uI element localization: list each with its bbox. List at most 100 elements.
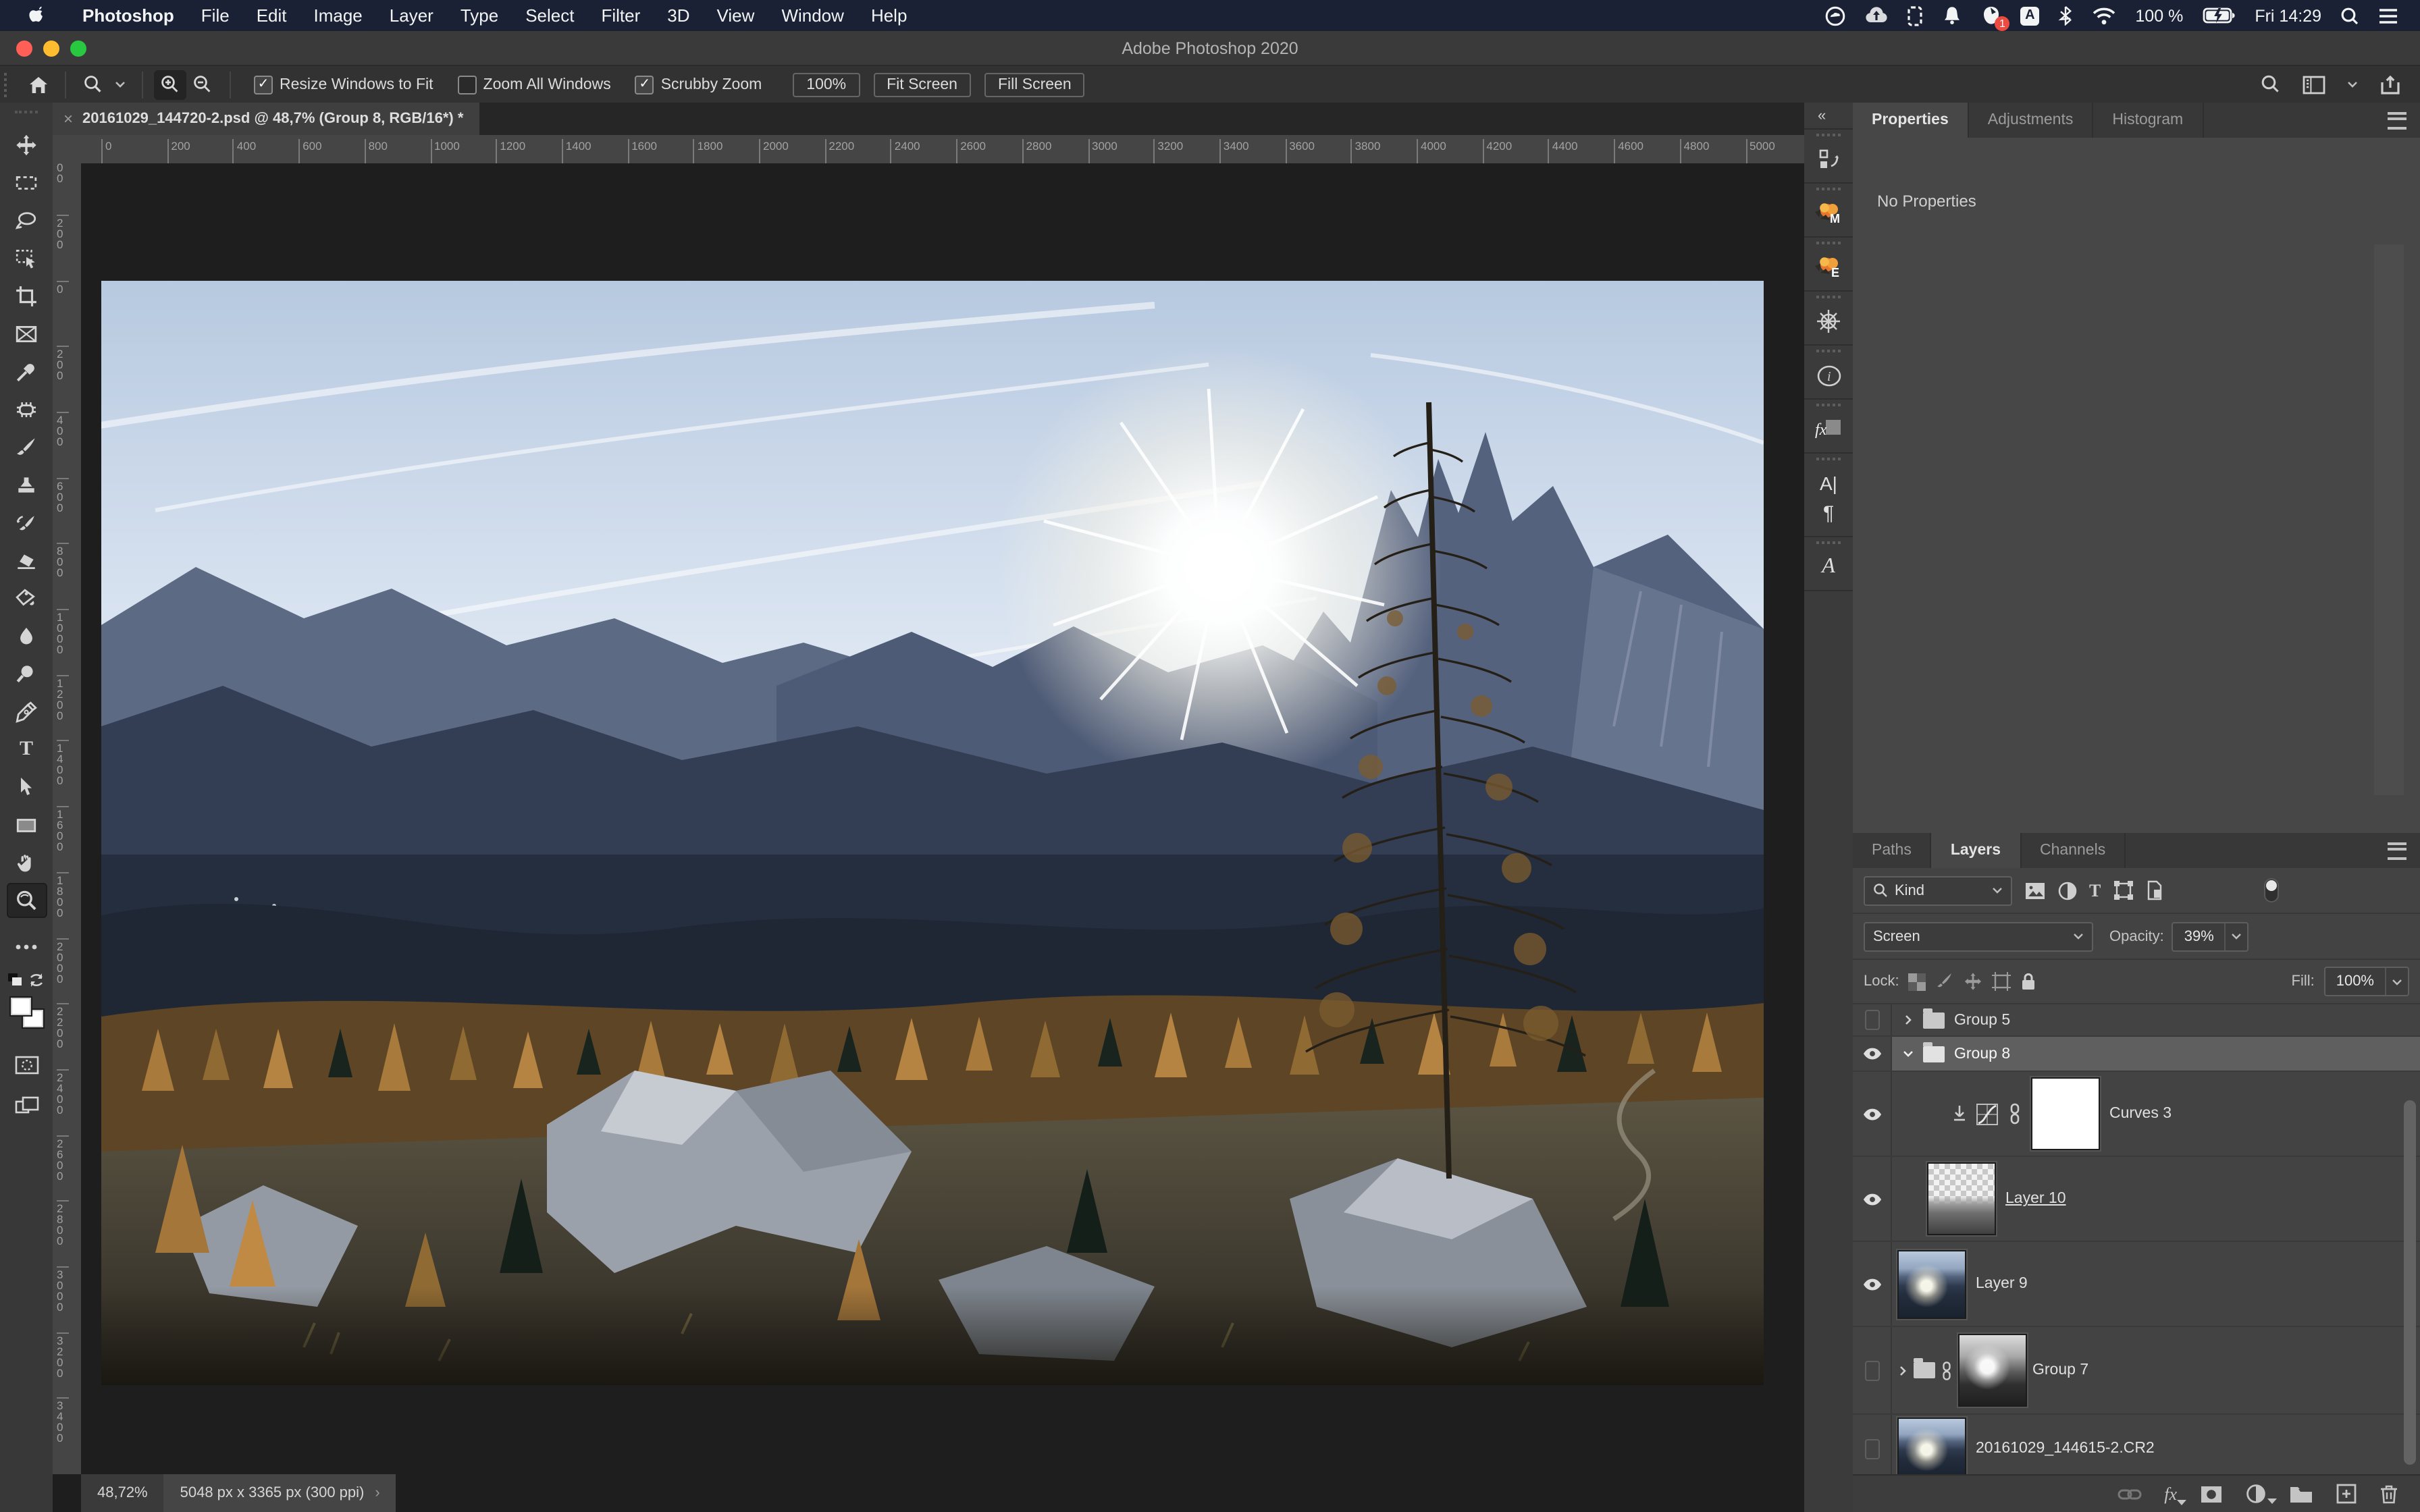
filter-toggle-switch[interactable]	[2263, 878, 2280, 903]
properties-scroll-area[interactable]	[2374, 244, 2404, 795]
scrubby-zoom-checkbox[interactable]: ✓ Scrubby Zoom	[635, 75, 762, 94]
fill-screen-button[interactable]: Fill Screen	[984, 72, 1085, 97]
toolbox-drag-handle[interactable]	[15, 111, 38, 124]
menu-3d[interactable]: 3D	[654, 5, 703, 26]
eyedropper-tool[interactable]	[6, 354, 47, 389]
screen-mode-button[interactable]	[6, 1088, 47, 1123]
mask-link-icon[interactable]	[1941, 1360, 1953, 1380]
marquee-tool[interactable]	[6, 165, 47, 200]
plugin-panel-m-icon[interactable]: M	[1804, 184, 1853, 238]
layer-row-curves3[interactable]: Curves 3	[1853, 1072, 2420, 1157]
fill-input[interactable]: 100%	[2323, 967, 2409, 996]
layers-scrollbar[interactable]	[2404, 1100, 2416, 1465]
type-tool[interactable]: T	[6, 732, 47, 767]
history-panel-icon[interactable]	[1804, 130, 1853, 184]
visibility-toggle[interactable]	[1853, 1004, 1892, 1035]
group-mask-thumbnail[interactable]	[1957, 1332, 2028, 1408]
canvas-image[interactable]	[101, 280, 1764, 1384]
zoom-out-button[interactable]	[186, 70, 219, 99]
edit-toolbar-ellipsis[interactable]	[6, 929, 47, 964]
mask-link-icon[interactable]	[2008, 1103, 2022, 1125]
menu-select[interactable]: Select	[512, 5, 587, 26]
pen-tool[interactable]	[6, 694, 47, 729]
styles-panel-icon[interactable]: fx	[1804, 400, 1853, 454]
brush-tool[interactable]	[6, 429, 47, 464]
new-layer-button[interactable]	[2336, 1484, 2357, 1504]
dodge-tool[interactable]	[6, 656, 47, 691]
new-group-button[interactable]	[2289, 1484, 2313, 1503]
layer-row-cr2[interactable]: 20161029_144615-2.CR2	[1853, 1415, 2420, 1482]
visibility-toggle[interactable]	[1853, 1037, 1892, 1071]
foreground-color[interactable]	[9, 996, 32, 1017]
delete-layer-button[interactable]	[2379, 1484, 2398, 1504]
move-tool[interactable]	[6, 127, 47, 162]
lock-transparency-icon[interactable]	[1908, 973, 1926, 990]
lock-artboard-icon[interactable]	[1992, 972, 2011, 991]
bluetooth-icon[interactable]	[2058, 5, 2073, 26]
options-drag-handle[interactable]	[4, 72, 14, 97]
zoom-all-windows-checkbox[interactable]: Zoom All Windows	[457, 75, 611, 94]
layer-row-group8[interactable]: Group 8	[1853, 1037, 2420, 1072]
vertical-ruler[interactable]: 4002000200400600800100012001400160018002…	[53, 163, 82, 1474]
visibility-toggle[interactable]	[1853, 1157, 1892, 1241]
link-layers-button[interactable]	[2117, 1486, 2141, 1502]
spotlight-icon[interactable]	[2340, 6, 2359, 25]
menu-edit[interactable]: Edit	[243, 5, 300, 26]
tab-properties[interactable]: Properties	[1853, 103, 1969, 138]
lasso-tool[interactable]	[6, 202, 47, 238]
horizontal-ruler[interactable]: 0 200 400 600 800 1000 1200 1400 1600 1800 2000 220…	[81, 135, 1804, 165]
zoom-tool[interactable]	[6, 883, 47, 918]
add-mask-button[interactable]	[2200, 1484, 2223, 1503]
layer-thumbnail[interactable]	[1926, 1161, 1997, 1237]
tab-adjustments[interactable]: Adjustments	[1968, 103, 2094, 138]
character-paragraph-panel[interactable]: A| ¶	[1804, 454, 1853, 537]
plugin-panel-e-icon[interactable]: E	[1804, 238, 1853, 292]
filter-shape-layers-icon[interactable]	[2113, 880, 2133, 900]
tab-paths[interactable]: Paths	[1853, 833, 1932, 868]
filter-type-layers-icon[interactable]: T	[2089, 880, 2101, 901]
workspace-switcher-icon[interactable]	[2303, 75, 2325, 94]
lock-pixels-icon[interactable]	[1936, 972, 1955, 991]
layer-row-group7[interactable]: Group 7	[1853, 1327, 2420, 1415]
home-button[interactable]	[22, 70, 54, 99]
pasteboard[interactable]	[81, 163, 1804, 1474]
menu-window[interactable]: Window	[768, 5, 858, 26]
tool-preset-chevron-icon[interactable]	[115, 81, 126, 88]
filter-smart-objects-icon[interactable]	[2145, 880, 2163, 900]
fit-screen-button[interactable]: Fit Screen	[873, 72, 971, 97]
menu-filter[interactable]: Filter	[588, 5, 654, 26]
layer-style-button[interactable]: fx	[2164, 1483, 2186, 1505]
filter-pixel-layers-icon[interactable]	[2024, 881, 2046, 900]
crop-tool[interactable]	[6, 278, 47, 313]
blur-tool[interactable]	[6, 618, 47, 653]
zoom-100-button[interactable]: 100%	[793, 72, 860, 97]
frame-tool[interactable]	[6, 316, 47, 351]
eraser-tool[interactable]	[6, 543, 47, 578]
search-icon[interactable]	[2261, 74, 2281, 94]
layer-thumbnail[interactable]	[1896, 1416, 1968, 1481]
visibility-toggle[interactable]	[1853, 1327, 1892, 1413]
app-badge-icon[interactable]: 1	[1981, 5, 2010, 31]
layer-mask-thumbnail[interactable]	[2030, 1076, 2101, 1152]
swap-colors-icon[interactable]	[27, 972, 46, 988]
blend-mode-select[interactable]: Screen	[1864, 921, 2093, 951]
notification-bell-icon[interactable]	[1942, 5, 1962, 26]
apple-menu-icon[interactable]	[27, 5, 45, 26]
control-center-icon[interactable]	[2378, 7, 2398, 24]
visibility-toggle[interactable]	[1853, 1072, 1892, 1156]
color-swatches[interactable]	[9, 996, 44, 1029]
menu-type[interactable]: Type	[447, 5, 512, 26]
filter-adjustment-layers-icon[interactable]	[2058, 881, 2077, 900]
zoom-tool-preset-icon[interactable]	[77, 70, 109, 99]
character-panel-icon[interactable]: A|	[1804, 468, 1853, 498]
properties-menu-icon[interactable]	[2388, 103, 2420, 138]
status-zoom-value[interactable]: 48,72%	[81, 1474, 164, 1512]
expand-icon[interactable]	[1905, 1015, 1912, 1025]
collapse-panels-left-icon[interactable]: «	[1818, 107, 1826, 124]
resize-windows-checkbox[interactable]: ✓ Resize Windows to Fit	[254, 75, 433, 94]
path-selection-tool[interactable]	[6, 770, 47, 805]
curves-adjustment-icon[interactable]	[1976, 1102, 1999, 1125]
creative-cloud-icon[interactable]	[1824, 5, 1846, 26]
quick-mask-button[interactable]	[6, 1048, 47, 1083]
workspace-chevron-icon[interactable]	[2347, 81, 2358, 88]
